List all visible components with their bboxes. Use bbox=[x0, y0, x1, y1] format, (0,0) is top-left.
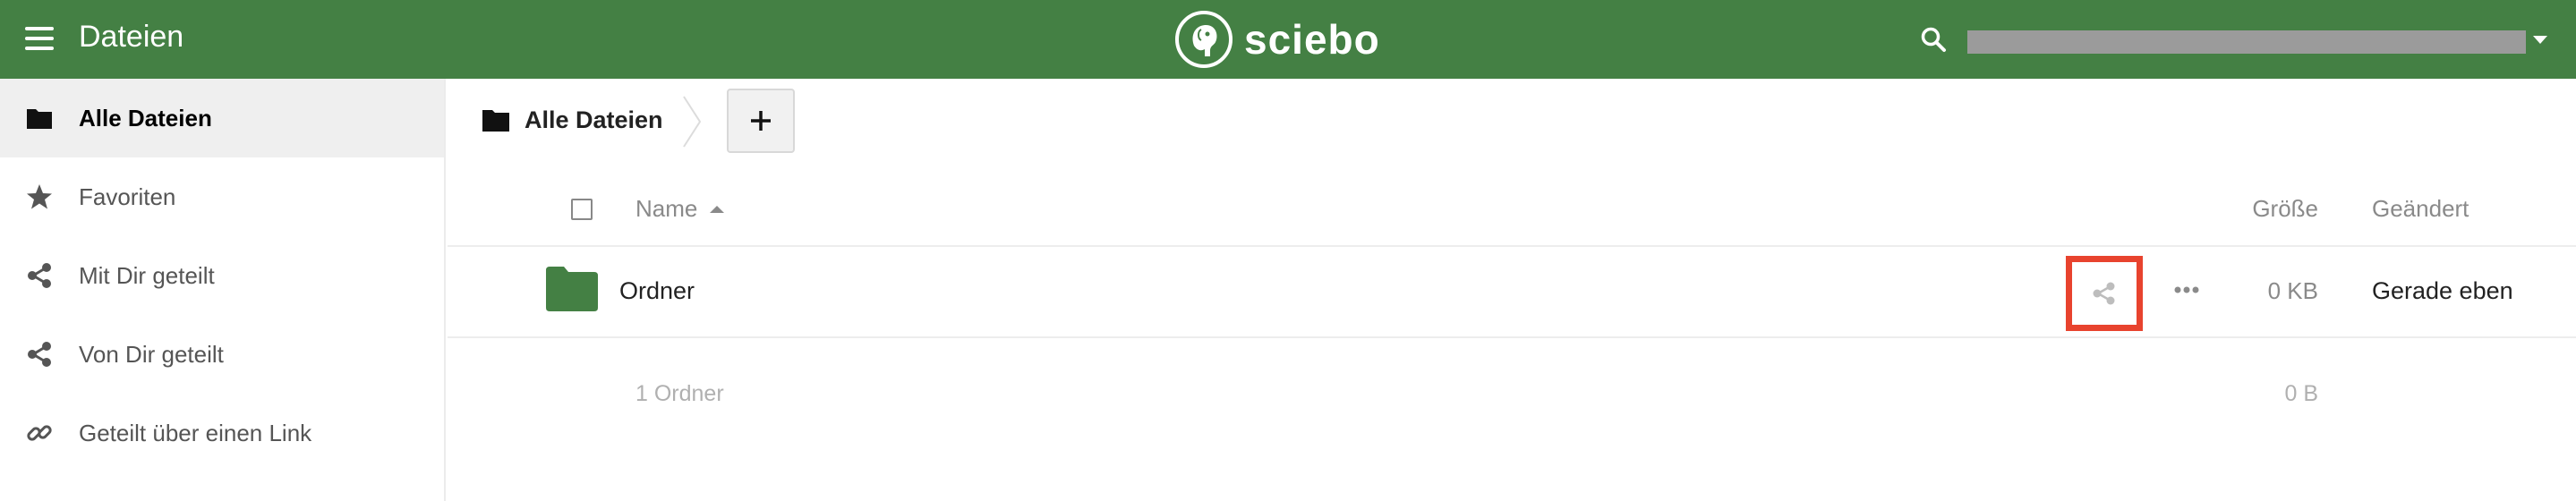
sidebar: Alle Dateien Favoriten Mit Dir geteilt V… bbox=[0, 79, 446, 501]
search-icon[interactable] bbox=[1919, 25, 1948, 54]
column-header-size[interactable]: Größe bbox=[2252, 195, 2318, 223]
file-size: 0 KB bbox=[2267, 277, 2318, 304]
chevron-down-icon[interactable] bbox=[2533, 36, 2547, 44]
more-actions-icon[interactable] bbox=[2173, 281, 2200, 299]
logo-text: sciebo bbox=[1244, 16, 1380, 63]
plus-icon bbox=[751, 111, 771, 131]
breadcrumb[interactable]: Alle Dateien bbox=[482, 104, 663, 136]
table-header: Name Größe Geändert bbox=[448, 174, 2576, 247]
folder-icon bbox=[546, 267, 598, 311]
sidebar-item-label: Alle Dateien bbox=[79, 104, 212, 132]
summary-folder-count: 1 Ordner bbox=[635, 381, 724, 406]
user-name-redacted[interactable] bbox=[1967, 30, 2526, 54]
file-name[interactable]: Ordner bbox=[619, 277, 695, 305]
sidebar-item-label: Von Dir geteilt bbox=[79, 340, 224, 368]
link-icon bbox=[25, 419, 54, 447]
file-list-area: Alle Dateien Name Größe Geändert Ordner bbox=[448, 79, 2576, 501]
new-file-button[interactable] bbox=[727, 89, 795, 153]
sidebar-item-label: Geteilt über einen Link bbox=[79, 419, 312, 446]
sidebar-item-shared-by-link[interactable]: Geteilt über einen Link bbox=[0, 394, 444, 472]
folder-icon bbox=[25, 104, 54, 132]
share-icon bbox=[2093, 282, 2115, 305]
elephant-logo-icon bbox=[1175, 11, 1233, 68]
breadcrumb-label: Alle Dateien bbox=[525, 106, 663, 133]
breadcrumb-separator bbox=[683, 96, 702, 148]
sidebar-item-favorites[interactable]: Favoriten bbox=[0, 157, 444, 236]
top-header: Dateien sciebo bbox=[0, 0, 2576, 79]
column-header-name-label: Name bbox=[635, 195, 698, 222]
column-header-modified[interactable]: Geändert bbox=[2372, 195, 2469, 223]
sort-ascending-icon bbox=[710, 205, 725, 213]
sidebar-item-label: Mit Dir geteilt bbox=[79, 261, 215, 289]
summary-total-size: 0 B bbox=[2284, 381, 2318, 406]
share-icon bbox=[25, 340, 54, 369]
sidebar-item-shared-by-you[interactable]: Von Dir geteilt bbox=[0, 315, 444, 394]
file-modified: Gerade eben bbox=[2372, 277, 2513, 304]
app-root: Dateien sciebo Alle Dateien Favoriten Mi… bbox=[0, 0, 2576, 501]
folder-icon bbox=[482, 110, 509, 132]
app-title[interactable]: Dateien bbox=[79, 20, 183, 55]
sidebar-item-shared-with-you[interactable]: Mit Dir geteilt bbox=[0, 236, 444, 315]
sidebar-item-all-files[interactable]: Alle Dateien bbox=[0, 79, 444, 157]
column-header-name[interactable]: Name bbox=[635, 195, 725, 223]
hamburger-icon[interactable] bbox=[25, 27, 54, 50]
star-icon bbox=[25, 183, 54, 211]
sciebo-logo[interactable]: sciebo bbox=[1174, 7, 1380, 72]
table-row[interactable]: Ordner 0 KB Gerade eben bbox=[448, 247, 2576, 338]
select-all-checkbox[interactable] bbox=[571, 199, 593, 220]
sidebar-item-label: Favoriten bbox=[79, 183, 176, 210]
share-icon bbox=[25, 261, 54, 290]
share-button[interactable] bbox=[2066, 256, 2143, 331]
